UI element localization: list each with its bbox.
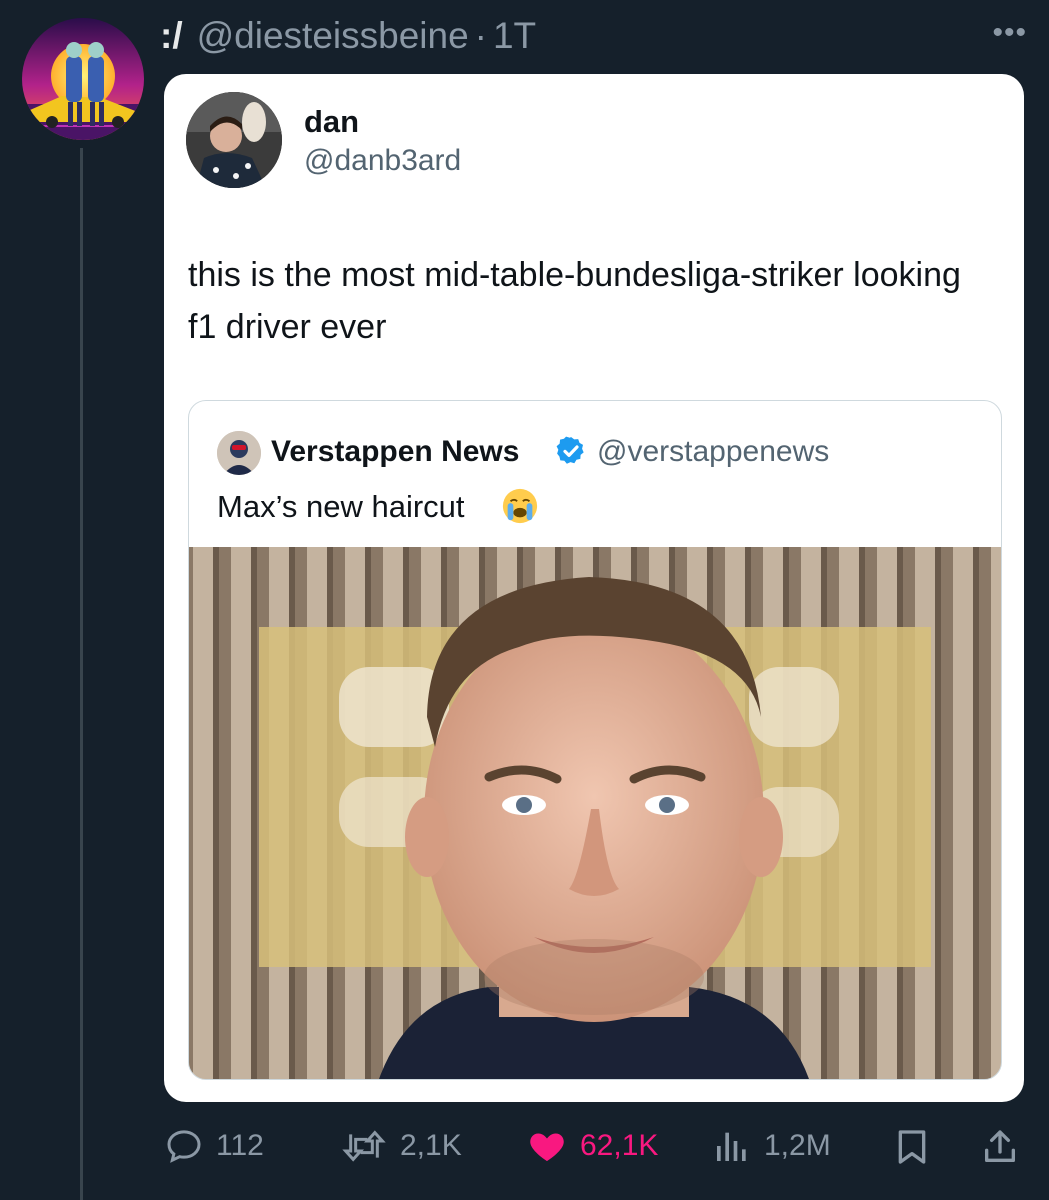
share-button[interactable] (980, 1126, 1032, 1168)
share-icon (985, 1130, 1015, 1162)
author-handle[interactable]: @diesteissbeine (197, 15, 469, 57)
header-separator: · (474, 15, 487, 56)
quoted-author-handle: @danb3ard (304, 144, 462, 177)
thread-line (80, 148, 83, 1200)
nested-quote-photo[interactable] (189, 547, 1001, 1079)
quoted-author-avatar-art (186, 92, 282, 188)
reply-button[interactable]: 112 (164, 1126, 264, 1166)
nested-author-avatar (217, 431, 261, 475)
verified-badge-icon (556, 436, 584, 464)
like-button[interactable]: 62,1K (526, 1126, 658, 1166)
post-header: :/ @diesteissbeine · 1T ••• (160, 14, 1027, 58)
author-display-name[interactable]: :/ (160, 15, 183, 57)
quoted-tweet-card[interactable]: dan @danb3ard this is the most mid-table… (164, 74, 1024, 1102)
loudly-crying-face-icon (502, 488, 538, 524)
more-dots-icon[interactable]: ••• (992, 16, 1027, 50)
repost-button[interactable]: 2,1K (340, 1126, 462, 1166)
views-button[interactable]: 1,2M (712, 1126, 831, 1166)
author-avatar[interactable] (22, 18, 144, 140)
portrait-photo (189, 547, 1001, 1079)
author-avatar-art (22, 18, 144, 140)
nested-author-name: Verstappen News (271, 435, 520, 468)
views-count: 1,2M (764, 1129, 831, 1162)
bookmark-button[interactable] (892, 1126, 944, 1168)
reply-count: 112 (216, 1129, 264, 1162)
post-time[interactable]: 1T (493, 15, 536, 57)
like-count: 62,1K (580, 1129, 659, 1162)
repost-count: 2,1K (400, 1129, 462, 1162)
quoted-author-name: dan (304, 104, 360, 139)
views-chart-icon (717, 1132, 746, 1161)
quoted-author-avatar (186, 92, 282, 188)
heart-filled-icon (530, 1133, 564, 1161)
repost-icon (342, 1130, 386, 1162)
reply-icon (167, 1130, 201, 1163)
quoted-tweet-text: this is the most mid-table-bundesliga-st… (188, 256, 961, 346)
nested-quote-text: Max’s new haircut (217, 489, 465, 524)
bookmark-icon (898, 1130, 926, 1164)
nested-quote-card: Verstappen News @verstappenews Max’s new… (188, 400, 1002, 1080)
nested-author-handle: @verstappenews (597, 435, 830, 468)
action-bar: 112 2,1K 62,1K 1,2M (164, 1120, 1024, 1176)
nested-author-avatar-art (217, 431, 261, 475)
